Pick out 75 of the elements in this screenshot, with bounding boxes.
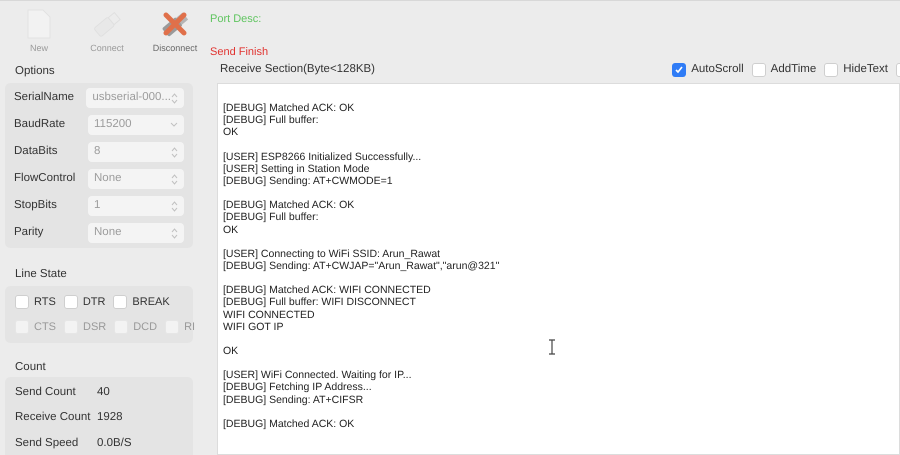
log-line: [DEBUG] Sending: AT+CWJAP="Arun_Rawat","arun@321": [223, 260, 500, 272]
select-value: None: [94, 171, 122, 186]
toolbar-button[interactable]: Disconnect: [144, 9, 206, 56]
select-field[interactable]: usbserial-000...: [86, 88, 184, 108]
checkbox-label: RTS: [34, 295, 56, 310]
field-label: FlowControl: [14, 171, 76, 186]
checkbox-label: BREAK: [132, 295, 170, 310]
field-label: BaudRate: [14, 117, 66, 132]
log-line: OK: [223, 126, 238, 139]
send-status: Send Finish: [210, 44, 268, 60]
log-line: WIFI GOT IP: [223, 320, 284, 334]
select-field[interactable]: 1: [88, 196, 184, 216]
field-label: StopBits: [14, 198, 58, 214]
log-line: [USER] WiFi Connected. Waiting for IP...: [223, 369, 412, 382]
log-line: [USER] Connecting to WiFi SSID: Arun_Rawat: [223, 248, 440, 260]
log-line: OK: [223, 224, 238, 236]
checkbox-label: DTR: [82, 295, 106, 310]
checkbox-label: AutoScroll: [691, 62, 744, 78]
checkbox-label: CTS: [34, 320, 56, 334]
log-line: [DEBUG] Sending: AT+CWMODE=1: [223, 175, 393, 188]
select-value: usbserial-000...: [92, 90, 171, 106]
up-down-chevron-icon: [171, 228, 178, 238]
count-label: Receive Count: [15, 410, 92, 426]
field-label: DataBits: [14, 144, 58, 160]
checkbox[interactable]: [64, 295, 78, 310]
section-title: Receive Section(Byte<128KB): [220, 62, 376, 78]
log-line: [DEBUG] Matched ACK: OK: [223, 199, 354, 212]
up-down-chevron-icon: [171, 200, 178, 212]
chevron-down-icon: [170, 122, 178, 128]
select-field[interactable]: 115200: [88, 115, 184, 135]
section-title: Line State: [14, 267, 68, 282]
count-label: Send Speed: [15, 436, 80, 450]
checkmark-icon: [674, 65, 684, 75]
log-line: [USER] Setting in Station Mode: [223, 162, 370, 176]
up-down-chevron-icon: [171, 174, 178, 184]
checkbox-label: HideText: [843, 62, 888, 78]
checkbox-label: RI: [184, 320, 196, 334]
select-value: 1: [94, 198, 100, 214]
log-line: [DEBUG] Full buffer:: [223, 114, 319, 126]
checkbox[interactable]: [672, 63, 686, 77]
log-line: [DEBUG] Full buffer:: [223, 211, 319, 224]
log-line: [DEBUG] Sending: AT+CIFSR: [223, 394, 364, 406]
log-line: OK: [223, 345, 238, 358]
checkbox[interactable]: [113, 295, 128, 310]
field-label: Parity: [14, 225, 44, 240]
field-label: SerialName: [14, 90, 76, 106]
checkbox-label: DSR: [83, 320, 106, 334]
log-line: [DEBUG] Matched ACK: OK: [223, 418, 354, 430]
section-title: Options: [14, 64, 56, 79]
log-line: [USER] ESP8266 Initialized Successfully...: [223, 150, 422, 163]
log-line: [DEBUG] Fetching IP Address...: [223, 381, 372, 394]
count-label: Send Count: [15, 385, 77, 400]
up-down-chevron-icon: [171, 92, 178, 104]
text-cursor-icon: [548, 339, 556, 355]
select-value: 115200: [94, 117, 132, 132]
count-value: 40: [97, 385, 110, 400]
checkbox[interactable]: [15, 295, 29, 310]
select-field[interactable]: None: [88, 169, 184, 189]
port-description: Port Desc:: [210, 12, 262, 27]
checkbox-label: AddTime: [770, 62, 816, 78]
select-value: None: [94, 225, 122, 240]
select-field[interactable]: 8: [88, 142, 184, 162]
select-field[interactable]: None: [88, 223, 184, 243]
log-line: [DEBUG] Matched ACK: OK: [223, 102, 354, 114]
log-line: WIFI CONNECTED: [223, 308, 315, 321]
count-value: 1928: [97, 410, 123, 426]
checkbox[interactable]: [752, 63, 766, 77]
select-value: 8: [94, 144, 100, 160]
checkbox[interactable]: [824, 63, 838, 77]
checkbox-label: DCD: [133, 320, 158, 334]
section-title: Count: [14, 360, 47, 375]
count-value: 0.0B/S: [97, 436, 132, 450]
log-line: [DEBUG] Full buffer: WIFI DISCONNECT: [223, 296, 416, 309]
log-line: [DEBUG] Matched ACK: WIFI CONNECTED: [223, 284, 431, 296]
up-down-chevron-icon: [171, 146, 178, 158]
